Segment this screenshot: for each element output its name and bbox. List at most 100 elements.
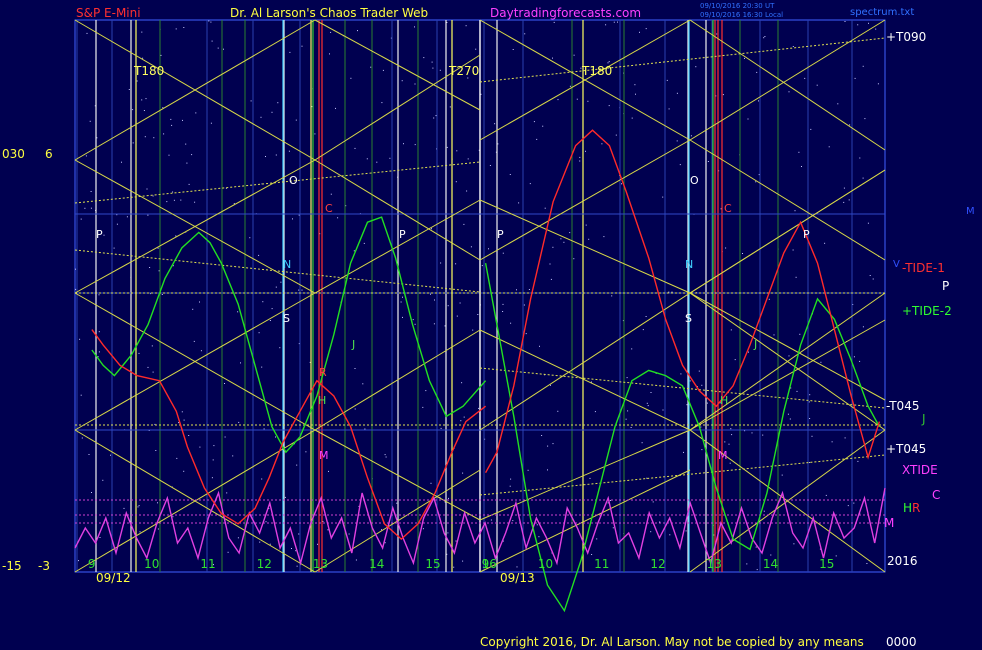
- star-dot: [831, 441, 833, 443]
- star-dot: [596, 538, 598, 540]
- star-dot: [835, 555, 837, 557]
- star-dot: [258, 254, 260, 256]
- star-dot: [175, 235, 177, 237]
- star-dot: [430, 293, 431, 295]
- star-dot: [463, 223, 465, 225]
- star-dot: [512, 49, 514, 50]
- label-tide2: +TIDE-2: [902, 304, 952, 318]
- marker-p-3: P: [497, 228, 504, 241]
- star-dot: [183, 419, 185, 421]
- star-dot: [573, 258, 575, 260]
- star-dot: [641, 442, 643, 444]
- star-dot: [200, 350, 202, 352]
- star-dot: [788, 355, 790, 357]
- star-dot: [301, 45, 303, 47]
- left-value-bottom: -3: [38, 559, 50, 573]
- transit-label-3: T180: [581, 64, 612, 78]
- star-dot: [139, 531, 141, 533]
- star-dot: [523, 304, 525, 306]
- star-dot: [439, 69, 441, 71]
- star-dot: [676, 140, 678, 142]
- star-dot: [763, 510, 765, 512]
- star-dot: [265, 521, 267, 523]
- website-link[interactable]: Daytradingforecasts.com: [490, 6, 641, 20]
- star-dot: [80, 394, 82, 396]
- marker-p: P: [96, 228, 103, 241]
- transit-label-2: T270: [448, 64, 479, 78]
- star-dot: [173, 199, 175, 201]
- star-dot: [635, 93, 636, 95]
- star-dot: [224, 383, 225, 384]
- star-dot: [494, 123, 496, 125]
- star-dot: [849, 124, 851, 126]
- star-dot: [327, 529, 329, 531]
- star-dot: [728, 443, 730, 445]
- star-dot: [552, 443, 554, 445]
- star-dot: [788, 91, 790, 93]
- star-dot: [801, 166, 802, 167]
- star-dot: [155, 450, 157, 451]
- instrument-title: S&P E-Mini: [76, 6, 141, 20]
- star-dot: [275, 286, 277, 288]
- source-file: spectrum.txt: [850, 7, 914, 18]
- star-dot: [762, 434, 764, 436]
- star-dot: [85, 155, 87, 157]
- star-dot: [455, 181, 457, 183]
- star-dot: [579, 156, 581, 158]
- hour-tick-label: 12: [650, 557, 665, 571]
- star-dot: [612, 527, 614, 529]
- star-dot: [794, 210, 796, 212]
- star-dot: [223, 48, 224, 50]
- star-dot: [862, 65, 864, 67]
- star-dot: [808, 401, 810, 403]
- hour-tick-label: 10: [538, 557, 553, 571]
- star-dot: [91, 492, 92, 493]
- star-dot: [731, 434, 733, 436]
- star-dot: [646, 477, 648, 479]
- star-dot: [589, 477, 591, 479]
- label-year: 2016: [887, 554, 918, 568]
- star-dot: [224, 436, 226, 438]
- star-dot: [591, 554, 593, 555]
- star-dot: [716, 33, 718, 35]
- star-dot: [601, 143, 603, 145]
- star-dot: [149, 267, 151, 268]
- star-dot: [123, 507, 125, 509]
- star-dot: [587, 100, 589, 102]
- star-dot: [142, 57, 144, 59]
- star-dot: [809, 418, 811, 419]
- star-dot: [412, 319, 414, 321]
- star-dot: [683, 451, 684, 453]
- author-title: Dr. Al Larson's Chaos Trader Web: [230, 6, 428, 20]
- star-dot: [314, 133, 316, 135]
- star-dot: [295, 119, 297, 121]
- star-dot: [328, 470, 329, 472]
- star-dot: [431, 228, 432, 230]
- star-dot: [152, 195, 154, 197]
- star-dot: [147, 214, 149, 216]
- star-dot: [724, 441, 726, 443]
- star-dot: [864, 118, 866, 120]
- star-dot: [509, 174, 511, 175]
- star-dot: [240, 362, 241, 364]
- star-dot: [181, 411, 183, 413]
- label-t045-minus: -T045: [886, 399, 919, 413]
- star-dot: [662, 196, 664, 198]
- timestamp-ut: 09/10/2016 20:30 UT: [700, 2, 775, 10]
- star-dot: [611, 295, 613, 297]
- hour-tick-label: 9: [88, 557, 96, 571]
- star-dot: [103, 234, 105, 236]
- star-dot: [261, 478, 263, 480]
- star-dot: [792, 249, 794, 251]
- star-dot: [237, 311, 239, 313]
- star-dot: [744, 57, 745, 59]
- star-dot: [269, 543, 271, 545]
- star-dot: [183, 27, 185, 28]
- star-dot: [811, 435, 813, 437]
- star-dot: [296, 464, 298, 466]
- star-dot: [742, 253, 743, 254]
- star-dot: [585, 150, 586, 152]
- star-dot: [626, 377, 628, 379]
- star-dot: [481, 265, 483, 267]
- star-dot: [573, 54, 575, 56]
